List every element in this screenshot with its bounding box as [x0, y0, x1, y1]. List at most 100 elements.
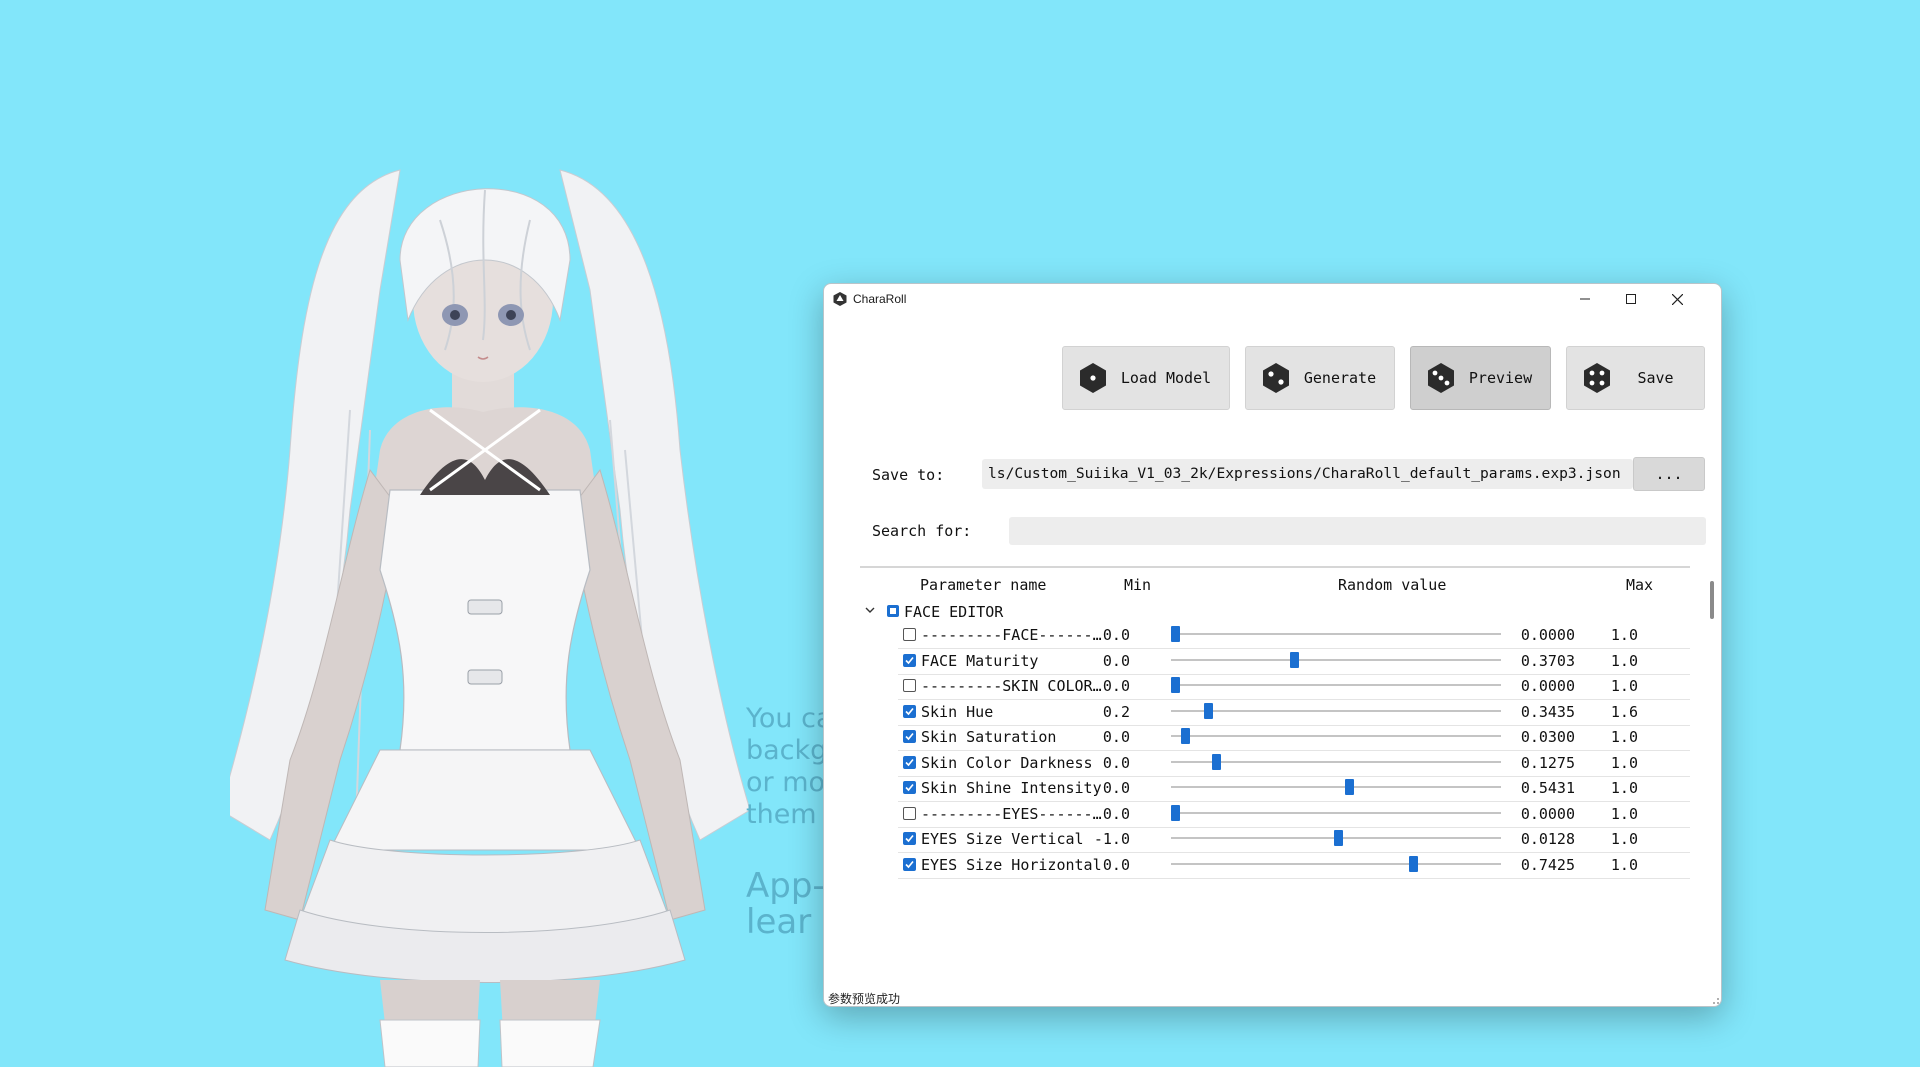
minimize-icon — [1580, 298, 1590, 300]
window-title: CharaRoll — [853, 292, 907, 306]
group-checkbox[interactable] — [887, 605, 899, 617]
vertical-scrollbar[interactable] — [1708, 566, 1717, 946]
row-checkbox[interactable] — [903, 832, 916, 845]
parameter-random-value: 0.3435 — [1520, 702, 1575, 721]
row-checkbox[interactable] — [903, 755, 916, 769]
row-checkbox[interactable] — [903, 730, 916, 743]
search-label: Search for: — [872, 522, 972, 540]
row-checkbox[interactable] — [903, 781, 916, 794]
search-input[interactable] — [1009, 517, 1706, 545]
save-label: Save — [1637, 369, 1674, 387]
slider-handle[interactable] — [1333, 830, 1343, 846]
title-bar[interactable]: CharaRoll — [824, 284, 1721, 314]
slider-handle[interactable] — [1345, 779, 1355, 795]
random-value-slider[interactable] — [1171, 735, 1501, 737]
preview-label: Preview — [1468, 369, 1533, 387]
parameter-random-value: 0.0000 — [1520, 677, 1575, 695]
parameter-random-value: 0.0000 — [1520, 626, 1575, 644]
parameter-name: FACE Maturity — [921, 651, 1039, 670]
scrollbar-thumb[interactable] — [1710, 581, 1714, 619]
die-two-icon — [1263, 363, 1289, 393]
chararoll-window: CharaRoll Load Model Generate Preview Sa… — [823, 283, 1722, 1007]
parameter-name: EYES Size Vertical — [921, 830, 1084, 848]
save-button[interactable]: Save — [1566, 346, 1705, 410]
parameter-random-value: 0.1275 — [1520, 753, 1575, 772]
row-checkbox[interactable] — [903, 857, 916, 871]
slider-handle[interactable] — [1203, 702, 1213, 719]
load-model-label: Load Model — [1120, 369, 1212, 387]
header-max: Max — [1626, 576, 1654, 594]
browse-button[interactable]: ... — [1633, 457, 1705, 491]
parameter-name: Skin Color Darkness — [921, 753, 1093, 772]
parameter-max: 1.0 — [1610, 830, 1638, 848]
background-hint-line: You ca — [746, 703, 833, 734]
preview-button[interactable]: Preview — [1410, 346, 1551, 410]
random-value-slider[interactable] — [1171, 862, 1501, 865]
slider-handle[interactable] — [1211, 753, 1221, 770]
generate-label: Generate — [1303, 369, 1377, 387]
minimize-button[interactable] — [1562, 284, 1608, 314]
parameter-random-value: 0.3703 — [1520, 651, 1575, 670]
parameter-min: 0.0 — [1102, 626, 1130, 644]
random-value-slider[interactable] — [1171, 684, 1501, 686]
parameter-random-value: 0.0128 — [1520, 830, 1575, 848]
slider-handle[interactable] — [1171, 626, 1180, 642]
load-model-button[interactable]: Load Model — [1062, 346, 1230, 410]
slider-handle[interactable] — [1289, 651, 1299, 668]
random-value-slider[interactable] — [1171, 786, 1501, 788]
parameter-name: ---------EYES------… — [921, 804, 1101, 823]
parameter-min: 0.2 — [1102, 702, 1130, 721]
slider-handle[interactable] — [1180, 728, 1190, 744]
parameter-min: 0.0 — [1102, 804, 1130, 823]
resize-grip-icon[interactable] — [1710, 995, 1720, 1005]
parameter-max: 1.0 — [1610, 626, 1638, 644]
header-parameter-name: Parameter name — [920, 576, 1047, 594]
row-checkbox[interactable] — [903, 704, 916, 718]
parameter-min: 0.0 — [1102, 728, 1130, 746]
check-icon — [905, 732, 914, 741]
random-value-slider[interactable] — [1171, 709, 1501, 712]
parameter-max: 1.0 — [1610, 677, 1638, 695]
parameter-max: 1.0 — [1610, 855, 1638, 874]
parameter-max: 1.0 — [1610, 779, 1638, 797]
maximize-button[interactable] — [1608, 284, 1654, 314]
background-hint-app-line: App- — [746, 866, 825, 906]
close-icon — [1671, 293, 1683, 305]
close-button[interactable] — [1654, 284, 1700, 314]
generate-button[interactable]: Generate — [1245, 346, 1395, 410]
background-hint-line: them i — [746, 799, 833, 830]
row-checkbox[interactable] — [903, 679, 916, 692]
table-header: Parameter name Min Random value Max — [860, 568, 1690, 598]
save-path-field[interactable]: ls/Custom_Suiika_V1_03_2k/Expressions/Ch… — [982, 459, 1633, 489]
row-checkbox[interactable] — [903, 653, 916, 667]
parameter-name: Skin Shine Intensity — [921, 779, 1101, 797]
row-checkbox[interactable] — [903, 628, 916, 641]
parameter-min: 0.0 — [1102, 651, 1130, 670]
row-checkbox[interactable] — [903, 806, 916, 820]
parameter-random-value: 0.0300 — [1520, 728, 1575, 746]
random-value-slider[interactable] — [1171, 658, 1501, 661]
header-min: Min — [1124, 576, 1152, 594]
random-value-slider[interactable] — [1171, 811, 1501, 814]
parameter-max: 1.6 — [1610, 702, 1638, 721]
parameter-max: 1.0 — [1610, 728, 1638, 746]
check-icon — [905, 707, 914, 715]
parameter-max: 1.0 — [1610, 651, 1638, 670]
status-message: 参数预览成功 — [828, 992, 901, 1006]
parameter-random-value: 0.0000 — [1520, 804, 1575, 823]
chevron-down-icon[interactable] — [864, 604, 876, 616]
check-icon — [905, 656, 914, 664]
die-one-icon — [1080, 363, 1106, 393]
slider-handle[interactable] — [1171, 804, 1180, 821]
parameter-row[interactable]: EYES Size Horizontal 0.0 0.7425 1.0 — [898, 848, 1690, 879]
parameter-min: -1.0 — [1093, 830, 1130, 848]
parameter-name: ---------SKIN COLOR… — [921, 677, 1101, 695]
parameter-name: Skin Saturation — [921, 728, 1057, 746]
slider-handle[interactable] — [1409, 855, 1419, 872]
parameter-min: 0.0 — [1102, 779, 1130, 797]
random-value-slider[interactable] — [1171, 633, 1501, 635]
parameter-random-value: 0.7425 — [1520, 855, 1575, 874]
parameter-name: ---------FACE------… — [921, 626, 1101, 644]
slider-handle[interactable] — [1171, 677, 1180, 693]
check-icon — [905, 860, 914, 868]
